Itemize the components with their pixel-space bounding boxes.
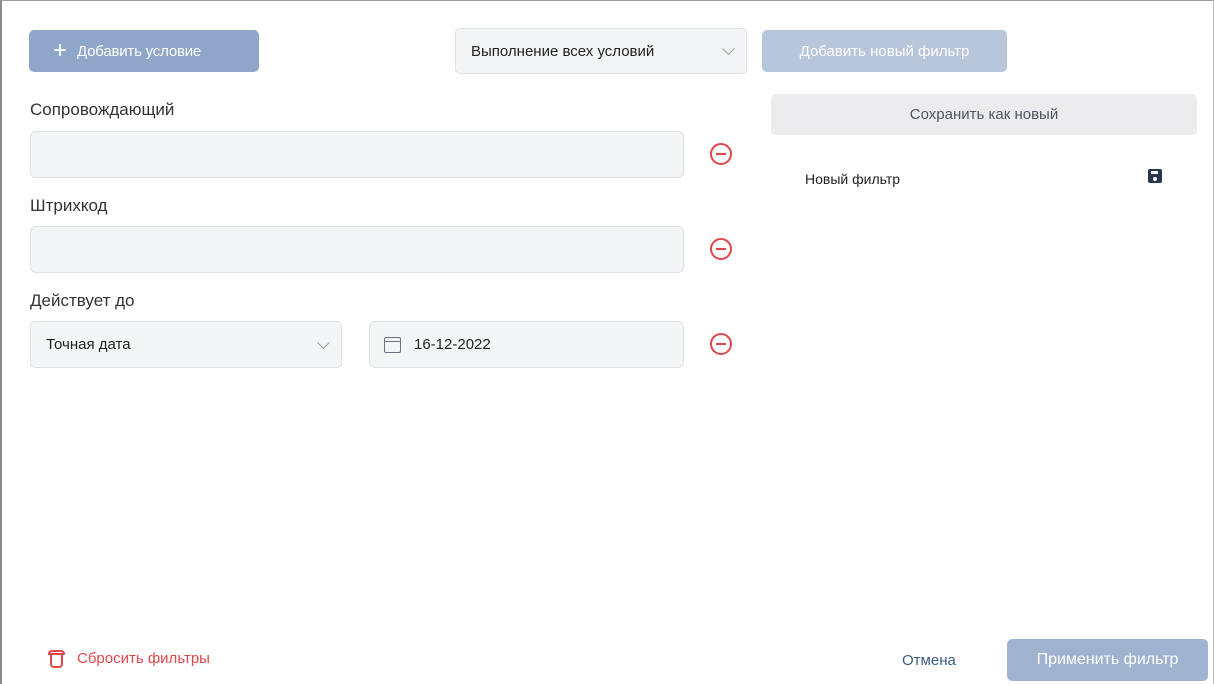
chevron-down-icon: [722, 42, 735, 56]
remove-condition-valid-until-icon[interactable]: [710, 333, 732, 355]
save-as-new-label: Сохранить как новый: [909, 106, 1059, 123]
barcode-input[interactable]: [30, 226, 684, 273]
condition-label-barcode: Штрихкод: [30, 196, 108, 215]
calendar-icon: [384, 336, 401, 353]
date-input[interactable]: 16-12-2022: [369, 321, 684, 368]
add-condition-label: Добавить условие: [77, 42, 202, 60]
save-disk-icon[interactable]: [1148, 169, 1162, 183]
condition-label-escort: Сопровождающий: [30, 100, 175, 119]
trash-icon: [48, 648, 65, 669]
reset-filters-label: Сбросить фильтры: [77, 650, 210, 667]
apply-filter-label: Применить фильтр: [1036, 651, 1179, 668]
date-mode-value: Точная дата: [46, 336, 131, 353]
add-condition-button[interactable]: + Добавить условие: [29, 30, 259, 72]
remove-condition-escort-icon[interactable]: [710, 143, 732, 165]
reset-filters-button[interactable]: Сбросить фильтры: [48, 648, 210, 669]
remove-condition-barcode-icon[interactable]: [710, 238, 732, 260]
add-new-filter-button[interactable]: Добавить новый фильтр: [762, 30, 1007, 72]
date-value: 16-12-2022: [414, 336, 491, 353]
condition-label-valid-until: Действует до: [30, 291, 135, 310]
match-mode-select[interactable]: Выполнение всех условий: [455, 28, 747, 74]
save-as-new-button[interactable]: Сохранить как новый: [771, 94, 1197, 135]
escort-input[interactable]: [30, 131, 684, 178]
saved-filter-item[interactable]: Новый фильтр: [805, 171, 900, 187]
match-mode-value: Выполнение всех условий: [471, 42, 655, 60]
add-new-filter-label: Добавить новый фильтр: [799, 42, 970, 60]
cancel-button[interactable]: Отмена: [902, 652, 956, 669]
date-mode-select[interactable]: Точная дата: [30, 321, 342, 368]
filter-dialog: + Добавить условие Выполнение всех услов…: [0, 0, 1214, 684]
chevron-down-icon: [317, 335, 330, 349]
plus-icon: +: [53, 37, 68, 64]
apply-filter-button[interactable]: Применить фильтр: [1007, 639, 1208, 681]
